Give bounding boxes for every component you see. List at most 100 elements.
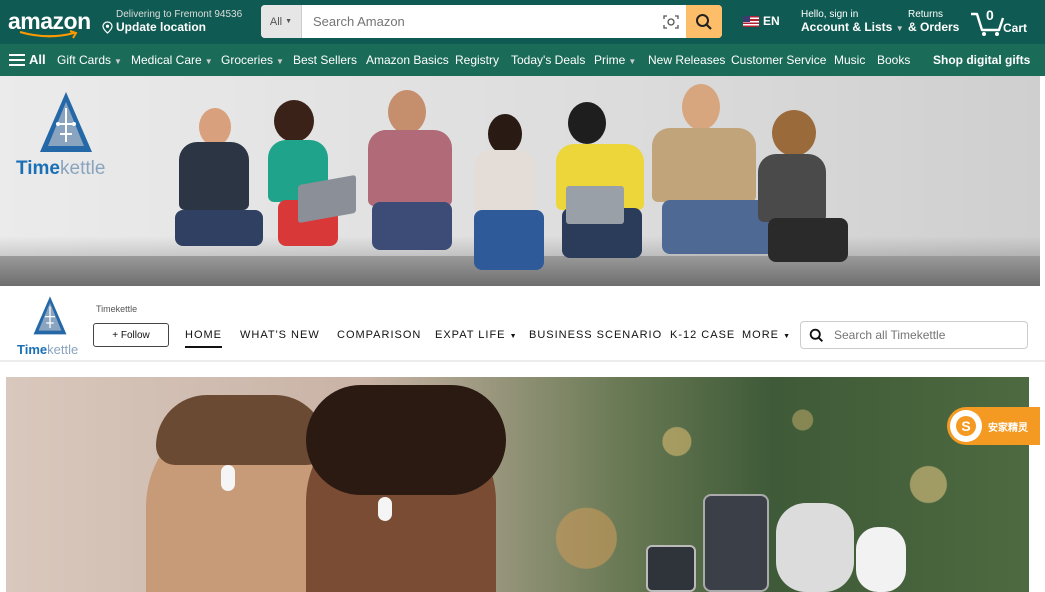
person-body — [179, 142, 249, 210]
chevron-down-icon: ▼ — [276, 57, 284, 66]
nav-amazon-basics[interactable]: Amazon Basics — [366, 53, 449, 67]
chevron-down-icon: ▼ — [895, 24, 904, 33]
hamburger-menu-icon — [9, 53, 25, 66]
helper-logo-icon: S — [950, 410, 982, 442]
location-pin-icon — [102, 20, 113, 34]
account-greeting: Hello, sign in — [801, 9, 859, 20]
nav-label: Books — [877, 53, 911, 67]
banner-laptop — [566, 186, 624, 224]
store-tab-comparison[interactable]: COMPARISON — [337, 329, 421, 341]
nav-label: Gift Cards — [57, 53, 112, 67]
amazon-search-input[interactable] — [302, 5, 656, 38]
store-tab-more[interactable]: MORE ▼ — [742, 329, 791, 341]
store-tab-whats-new[interactable]: WHAT'S NEW — [240, 329, 320, 341]
all-menu-button[interactable]: All — [9, 52, 46, 67]
nav-registry[interactable]: Registry — [455, 53, 499, 67]
amazon-search-bar: All ▼ — [261, 5, 722, 38]
floating-helper-badge[interactable]: S 安家精灵 — [947, 407, 1040, 445]
nav-todays-deals[interactable]: Today's Deals — [511, 53, 585, 67]
amazon-header: amazon Delivering to Fremont 94536 Updat… — [0, 0, 1045, 44]
nav-label: Customer Service — [731, 53, 827, 67]
person-head — [772, 110, 816, 156]
store-logo[interactable]: Timekettle — [17, 292, 85, 357]
laptop-shape — [566, 186, 624, 224]
nav-label: Medical Care — [131, 53, 202, 67]
nav-music[interactable]: Music — [834, 53, 865, 67]
earbud-product — [856, 527, 906, 592]
store-search-input[interactable] — [834, 328, 1014, 342]
language-selector[interactable]: EN — [743, 14, 780, 28]
nav-shop-digital-gifts[interactable]: Shop digital gifts — [933, 53, 1030, 67]
store-tab-business-scenario[interactable]: BUSINESS SCENARIO — [529, 329, 662, 341]
account-lists-label: Account & Lists — [801, 20, 893, 34]
store-brand-name[interactable]: Timekettle — [96, 304, 137, 314]
person-legs — [372, 202, 452, 250]
delivery-location[interactable]: Delivering to Fremont 94536 Update locat… — [102, 9, 252, 34]
earbud-left — [221, 465, 235, 491]
banner-brand-text: Timekettle — [16, 158, 105, 180]
store-tab-expat-life[interactable]: EXPAT LIFE ▼ — [435, 329, 518, 341]
nav-best-sellers[interactable]: Best Sellers — [293, 53, 357, 67]
svg-text:S: S — [961, 418, 970, 434]
nav-new-releases[interactable]: New Releases — [648, 53, 725, 67]
cart-label: Cart — [1003, 21, 1028, 35]
nav-label: New Releases — [648, 53, 726, 67]
nav-label: Amazon Basics — [366, 53, 449, 67]
amazon-logo[interactable]: amazon — [8, 5, 91, 39]
chevron-down-icon: ▼ — [285, 18, 293, 25]
amazon-smile-icon — [19, 30, 78, 39]
person-head — [488, 114, 522, 154]
nav-promo-label: Shop digital gifts — [933, 53, 1031, 67]
person-head — [388, 90, 426, 134]
tab-label: MORE — [742, 329, 779, 341]
person-body — [652, 128, 756, 202]
person-head — [568, 102, 606, 144]
nav-label: Today's Deals — [511, 53, 586, 67]
chevron-down-icon: ▼ — [114, 57, 122, 66]
nav-customer-service[interactable]: Customer Service — [731, 53, 826, 67]
nav-books[interactable]: Books — [877, 53, 910, 67]
nav-prime[interactable]: Prime ▼ — [594, 53, 636, 67]
store-tab-k12-case[interactable]: K-12 CASE — [670, 329, 735, 341]
store-tab-home[interactable]: HOME — [185, 329, 222, 348]
delivery-line1: Delivering to Fremont 94536 — [116, 9, 243, 20]
amazon-nav-bar: All Gift Cards ▼ Medical Care ▼ Groceries ▼… — [0, 44, 1045, 76]
cart-button[interactable]: 0 Cart — [969, 6, 1029, 38]
hero-man-hair — [156, 395, 326, 465]
timekettle-logo-icon — [40, 92, 92, 152]
nav-label: Groceries — [221, 53, 274, 67]
nav-label: Registry — [455, 53, 500, 67]
search-submit-button[interactable] — [686, 5, 722, 38]
store-logo-text: Timekettle — [17, 342, 78, 357]
returns-orders-link[interactable]: Returns & Orders — [908, 9, 959, 34]
chevron-down-icon: ▼ — [783, 333, 791, 340]
search-icon[interactable] — [809, 328, 824, 343]
person-legs — [768, 218, 848, 262]
hero-woman-hair — [306, 385, 506, 495]
follow-button[interactable]: + Follow — [93, 323, 169, 347]
store-hero-image[interactable] — [6, 377, 1029, 592]
nav-medical-care[interactable]: Medical Care ▼ — [131, 53, 213, 67]
nav-label: Music — [834, 53, 866, 67]
helper-badge-text: 安家精灵 — [988, 422, 1028, 434]
person-head — [199, 108, 231, 146]
person-body — [368, 130, 452, 206]
brand-suffix: kettle — [60, 158, 106, 179]
returns-label: Returns — [908, 9, 944, 20]
search-department-select[interactable]: All ▼ — [261, 5, 302, 38]
search-icon — [696, 13, 712, 30]
person-body — [758, 154, 826, 222]
account-lists-menu[interactable]: Hello, sign in Account & Lists ▼ — [801, 9, 904, 34]
update-location-label: Update location — [116, 20, 207, 34]
translator-device — [703, 494, 769, 592]
banner-laptop — [298, 174, 356, 224]
nav-groceries[interactable]: Groceries ▼ — [221, 53, 284, 67]
person-body — [474, 150, 536, 212]
nav-gift-cards[interactable]: Gift Cards ▼ — [57, 53, 122, 67]
nav-label: Best Sellers — [293, 53, 358, 67]
earbud-right — [378, 497, 392, 521]
orders-label: & Orders — [908, 20, 960, 34]
laptop-shape — [298, 174, 356, 224]
chevron-down-icon: ▼ — [628, 57, 637, 66]
camera-search-icon[interactable] — [656, 5, 686, 38]
